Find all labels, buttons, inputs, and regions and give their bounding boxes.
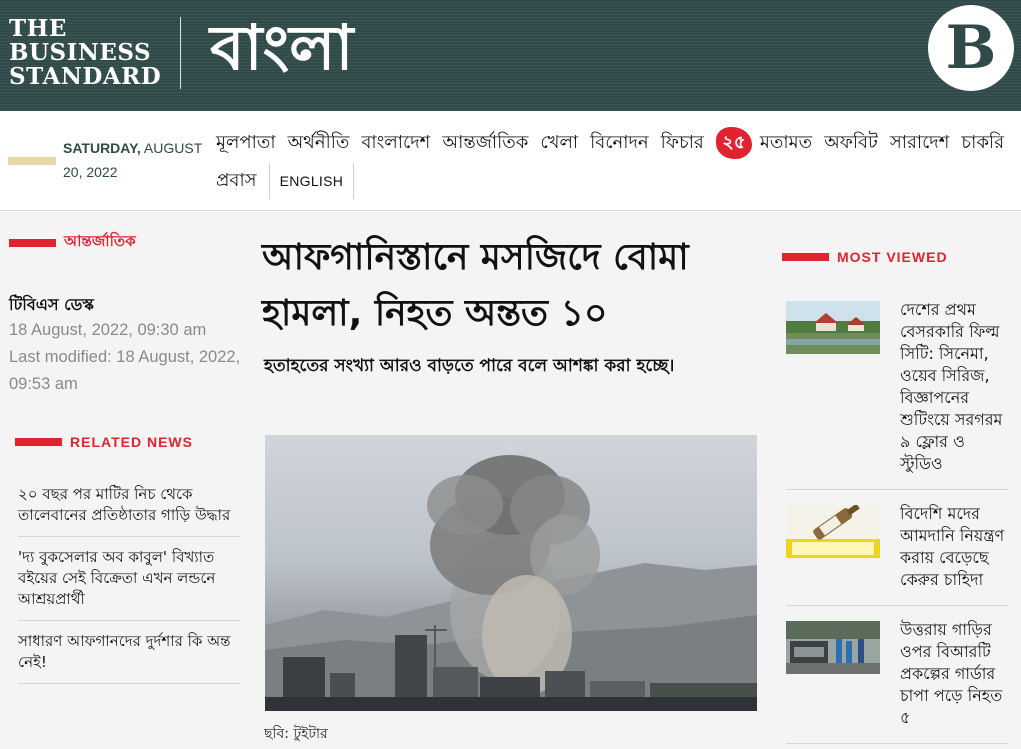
date-day: SATURDAY, <box>63 140 141 156</box>
current-date: SATURDAY, AUGUST 20, 2022 <box>63 136 213 184</box>
navigation-bar: SATURDAY, AUGUST 20, 2022 মূলপাতা অর্থনী… <box>0 111 1021 211</box>
nav-row-1: মূলপাতা অর্থনীতি বাংলাদেশ আন্তর্জাতিক খে… <box>216 125 1016 161</box>
most-viewed-item[interactable]: উত্তরায় গাড়ির ওপর বিআরটি প্রকল্পের গার… <box>786 616 1008 744</box>
most-viewed-item[interactable]: বিদেশি মদের আমদানি নিয়ন্ত্রণ করায় বেড়… <box>786 500 1008 606</box>
most-viewed-item[interactable]: দেশের প্রথম বেসরকারি ফিল্ম সিটি: সিনেমা,… <box>786 296 1008 490</box>
nav-row-2: প্রবাস ENGLISH <box>216 163 1016 199</box>
related-marker <box>15 438 62 446</box>
article-dates: 18 August, 2022, 09:30 am Last modified:… <box>9 317 241 398</box>
related-news-item[interactable]: 'দ্য বুকসেলার অব কাবুল' বিখ্যাত বইয়ের স… <box>18 537 240 621</box>
related-label: RELATED NEWS <box>70 434 193 450</box>
most-viewed-heading: MOST VIEWED <box>782 249 948 265</box>
nav-item-jobs[interactable]: চাকরি <box>961 128 1004 159</box>
nav-separator <box>268 163 270 199</box>
most-viewed-title: দেশের প্রথম বেসরকারি ফিল্ম সিটি: সিনেমা,… <box>900 300 1003 473</box>
brand-word-1: THE <box>9 15 67 42</box>
brand-word-2: BUSINESS <box>9 39 152 66</box>
nav-item-home[interactable]: মূলপাতা <box>216 128 276 159</box>
brand-badge-icon[interactable]: B <box>928 5 1014 91</box>
nav-item-feature[interactable]: ফিচার <box>661 128 704 159</box>
most-viewed-title: বিদেশি মদের আমদানি নিয়ন্ত্রণ করায় বেড়… <box>900 504 1005 589</box>
article-subhead: হতাহতের সংখ্যা আরও বাড়তে পারে বলে আশঙ্ক… <box>264 356 675 376</box>
published-date: 18 August, 2022, 09:30 am <box>9 321 207 339</box>
nav-item-bangladesh[interactable]: বাংলাদেশ <box>361 128 430 159</box>
related-news-heading: RELATED NEWS <box>15 434 193 450</box>
brand-word-3: STANDARD <box>9 63 162 90</box>
brand-logo-bangla[interactable]: বাংলা <box>210 6 353 90</box>
nav-separator <box>353 163 355 199</box>
explosion-smoke-image <box>265 455 757 711</box>
brand-divider <box>180 17 181 89</box>
section-marker <box>9 238 56 247</box>
nav-item-offbeat[interactable]: অফবিট <box>824 128 878 159</box>
related-news-item[interactable]: ২০ বছর পর মাটির নিচ থেকে তালেবানের প্রতি… <box>18 474 240 537</box>
author-name[interactable]: টিবিএস ডেস্ক <box>9 292 94 319</box>
related-news-item[interactable]: সাধারণ আফগানদের দুর্দশার কি অন্ত নেই! <box>18 621 240 684</box>
anniversary-emblem-icon[interactable]: ২৫ <box>715 127 752 159</box>
most-viewed-marker <box>782 253 829 261</box>
brand-logo-english[interactable]: THE BUSINESS STANDARD <box>9 17 161 89</box>
section-label: আন্তর্জাতিক <box>64 232 136 250</box>
film-city-thumbnail[interactable] <box>786 301 880 354</box>
article-headline: আফগানিস্তানে মসজিদে বোমা হামলা, নিহত অন্… <box>262 237 689 334</box>
nav-accent-bar <box>8 157 56 165</box>
nav-item-english[interactable]: ENGLISH <box>280 173 344 189</box>
nav-item-entertainment[interactable]: বিনোদন <box>590 128 649 159</box>
most-viewed-title: উত্তরায় গাড়ির ওপর বিআরটি প্রকল্পের গার… <box>900 620 1003 727</box>
nav-item-international[interactable]: আন্তর্জাতিক <box>442 128 528 159</box>
nav-item-expat[interactable]: প্রবাস <box>216 166 257 197</box>
masthead: THE BUSINESS STANDARD বাংলা B <box>0 0 1021 111</box>
section-tag[interactable]: আন্তর্জাতিক <box>9 230 136 255</box>
modified-date: Last modified: 18 August, 2022, 09:53 am <box>9 348 241 393</box>
nav-item-opinion[interactable]: মতামত <box>760 128 812 159</box>
content-area: আন্তর্জাতিক টিবিএস ডেস্ক 18 August, 2022… <box>0 212 1021 749</box>
hero-image[interactable] <box>265 435 757 711</box>
uttara-accident-thumbnail[interactable] <box>786 621 880 674</box>
nav-item-economy[interactable]: অর্থনীতি <box>288 128 350 159</box>
most-viewed-list: দেশের প্রথম বেসরকারি ফিল্ম সিটি: সিনেমা,… <box>786 296 1008 749</box>
image-caption: ছবি: টুইটার <box>264 726 328 742</box>
nav-menu: মূলপাতা অর্থনীতি বাংলাদেশ আন্তর্জাতিক খে… <box>216 125 1016 201</box>
nav-item-country[interactable]: সারাদেশ <box>890 128 950 159</box>
most-viewed-label: MOST VIEWED <box>837 249 948 265</box>
nav-item-sports[interactable]: খেলা <box>540 128 578 159</box>
liquor-thumbnail[interactable] <box>786 505 880 558</box>
related-news-list: ২০ বছর পর মাটির নিচ থেকে তালেবানের প্রতি… <box>18 474 240 684</box>
